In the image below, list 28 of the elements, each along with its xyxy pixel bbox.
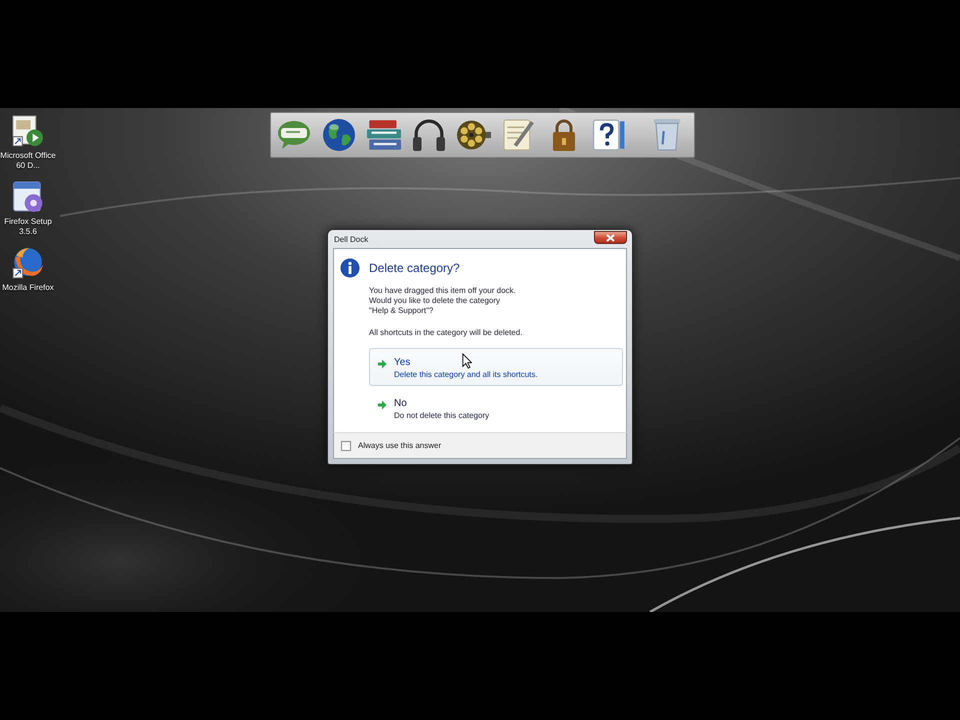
film-reel-icon[interactable] xyxy=(457,119,491,151)
installer-icon xyxy=(12,181,44,213)
dialog-message: You have dragged this item off your dock. Would you like to delete the category "Help & Support"? xyxy=(369,286,516,316)
document-icon xyxy=(12,115,44,147)
books-icon[interactable] xyxy=(367,119,401,151)
desktop-shortcut[interactable]: Microsoft Office 60 D... xyxy=(0,114,56,172)
desktop-shortcut[interactable]: Firefox Setup 3.5.6 xyxy=(0,180,56,238)
globe-icon xyxy=(12,247,44,279)
close-icon xyxy=(606,234,615,242)
command-link[interactable]: No Do not delete this category xyxy=(369,389,623,427)
mouse-pointer-icon xyxy=(462,353,472,369)
speech-bubble-icon[interactable] xyxy=(277,119,311,151)
desktop-shortcut[interactable]: Mozilla Firefox xyxy=(0,246,56,294)
dialog-heading: Delete category? xyxy=(369,261,460,275)
dialog-note: All shortcuts in the category will be deleted. xyxy=(369,328,522,338)
checkbox-label: Always use this answer xyxy=(358,440,442,450)
window-title: Dell Dock xyxy=(334,235,368,245)
help-icon[interactable] xyxy=(592,119,626,151)
trash-bin-icon[interactable] xyxy=(653,119,681,151)
checkbox[interactable] xyxy=(341,440,351,450)
globe-icon[interactable] xyxy=(322,119,356,151)
command-link[interactable]: Yes Delete this category and all its shortcuts. xyxy=(369,348,623,386)
info-icon xyxy=(340,258,360,278)
notepad-pencil-icon[interactable] xyxy=(502,119,536,151)
headphones-icon[interactable] xyxy=(412,119,446,151)
close-button[interactable] xyxy=(594,231,627,244)
arrow-icon xyxy=(377,400,387,410)
arrow-icon xyxy=(377,359,387,369)
